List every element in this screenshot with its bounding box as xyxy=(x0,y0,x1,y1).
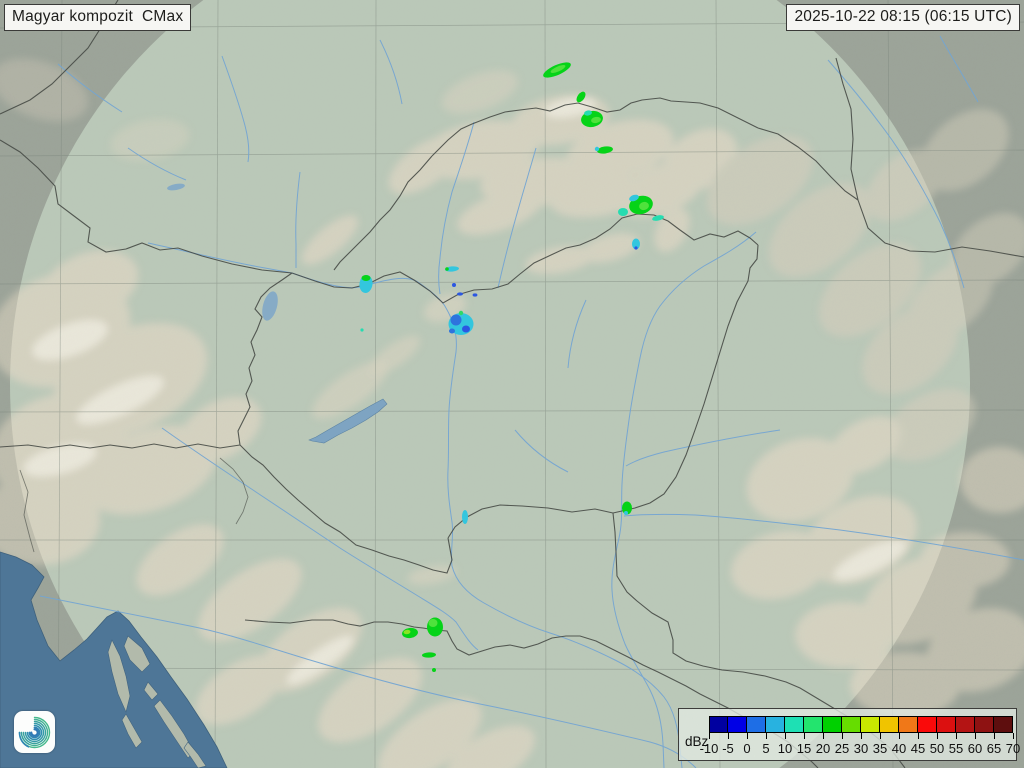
legend-color-cell xyxy=(994,716,1013,733)
legend-tick-mark xyxy=(785,733,786,739)
legend-tick-mark xyxy=(994,733,995,739)
legend-tick-value: 60 xyxy=(968,741,982,756)
radar-echo xyxy=(462,510,468,524)
legend-tick-mark xyxy=(804,733,805,739)
radar-echo xyxy=(462,326,470,333)
radar-echo xyxy=(595,147,599,151)
legend-tick-mark xyxy=(899,733,900,739)
legend-tick-value: 40 xyxy=(892,741,906,756)
legend-tick-mark xyxy=(1013,733,1014,739)
legend-color-cell xyxy=(975,716,994,733)
legend-tick-mark xyxy=(861,733,862,739)
radar-echo xyxy=(618,208,628,216)
hungaromet-spiral-logo xyxy=(14,711,55,753)
legend-color-cell xyxy=(766,716,785,733)
radar-echo xyxy=(362,275,371,281)
legend-tick-value: 15 xyxy=(797,741,811,756)
legend-tick-value: 5 xyxy=(762,741,769,756)
radar-echo xyxy=(432,668,436,672)
legend-tick-value: 45 xyxy=(911,741,925,756)
legend-color-cell xyxy=(709,716,728,733)
legend-tick-value: 35 xyxy=(873,741,887,756)
legend-tick-mark xyxy=(918,733,919,739)
radar-map-screen: Magyar kompozit CMax 2025-10-22 08:15 (0… xyxy=(0,0,1024,768)
legend-color-cell xyxy=(842,716,861,733)
legend-tick-value: 0 xyxy=(743,741,750,756)
legend-tick-value: 70 xyxy=(1006,741,1020,756)
legend-color-cell xyxy=(956,716,975,733)
legend-color-cell xyxy=(861,716,880,733)
legend-tick-mark xyxy=(937,733,938,739)
radar-echo xyxy=(445,267,449,271)
legend-color-cell xyxy=(918,716,937,733)
legend-tick-mark xyxy=(975,733,976,739)
radar-echo xyxy=(459,311,463,315)
legend-tick-mark xyxy=(823,733,824,739)
legend-color-cell xyxy=(728,716,747,733)
legend-color-bar xyxy=(709,716,1013,733)
legend-tick-value: 65 xyxy=(987,741,1001,756)
radar-echo xyxy=(360,328,363,331)
legend-color-cell xyxy=(880,716,899,733)
radar-echo xyxy=(452,283,456,287)
legend-tick-value: 10 xyxy=(778,741,792,756)
weather-radar-map xyxy=(0,0,1024,768)
legend-tick-row: -10-50510152025303540455055606570 xyxy=(709,733,1014,757)
legend-tick-value: -10 xyxy=(700,741,719,756)
legend-tick-mark xyxy=(842,733,843,739)
radar-echo xyxy=(634,246,637,249)
legend-tick-mark xyxy=(728,733,729,739)
product-label: Magyar kompozit CMax xyxy=(4,4,191,31)
legend-color-cell xyxy=(747,716,766,733)
legend-tick-value: 50 xyxy=(930,741,944,756)
radar-echo xyxy=(624,511,628,515)
legend-tick-value: 55 xyxy=(949,741,963,756)
legend-tick-mark xyxy=(956,733,957,739)
legend-color-cell xyxy=(823,716,842,733)
legend-tick-mark xyxy=(709,733,710,739)
legend-color-cell xyxy=(937,716,956,733)
legend-tick-value: 20 xyxy=(816,741,830,756)
spiral-icon xyxy=(14,712,55,753)
legend-color-cell xyxy=(785,716,804,733)
radar-echo xyxy=(451,315,462,326)
legend-tick-mark xyxy=(880,733,881,739)
legend-color-cell xyxy=(899,716,918,733)
legend-tick-value: -5 xyxy=(722,741,734,756)
legend-tick-value: 30 xyxy=(854,741,868,756)
legend-color-cell xyxy=(804,716,823,733)
dbz-legend: dBz -10-50510152025303540455055606570 xyxy=(678,708,1017,761)
radar-echo xyxy=(449,329,455,334)
radar-echo xyxy=(429,619,438,627)
radar-echo xyxy=(473,293,478,296)
radar-echo xyxy=(457,292,463,295)
legend-tick-value: 25 xyxy=(835,741,849,756)
legend-tick-mark xyxy=(766,733,767,739)
legend-tick-mark xyxy=(747,733,748,739)
timestamp-label: 2025-10-22 08:15 (06:15 UTC) xyxy=(786,4,1020,31)
